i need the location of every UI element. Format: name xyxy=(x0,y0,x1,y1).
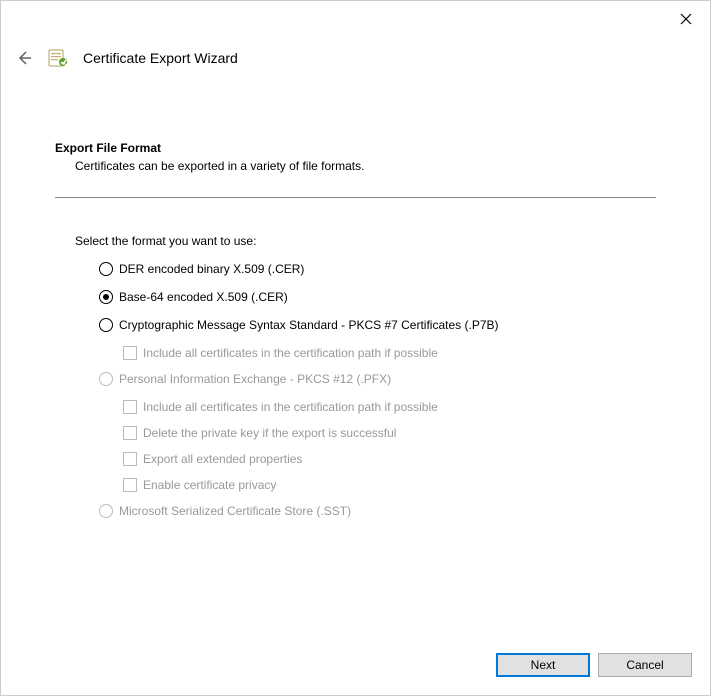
radio-icon xyxy=(99,372,113,386)
section-title: Export File Format xyxy=(55,141,656,155)
radio-pfx: Personal Information Exchange - PKCS #12… xyxy=(99,372,656,386)
back-button[interactable] xyxy=(15,49,33,67)
back-arrow-icon xyxy=(16,50,32,66)
close-button[interactable] xyxy=(676,9,696,29)
format-options: DER encoded binary X.509 (.CER) Base-64 … xyxy=(99,262,656,518)
checkbox-label: Enable certificate privacy xyxy=(143,478,276,492)
checkbox-label: Export all extended properties xyxy=(143,452,302,466)
section-description: Certificates can be exported in a variet… xyxy=(75,159,656,173)
radio-label: Microsoft Serialized Certificate Store (… xyxy=(119,504,351,518)
checkbox-icon xyxy=(123,400,137,414)
radio-label: DER encoded binary X.509 (.CER) xyxy=(119,262,304,276)
checkbox-label: Delete the private key if the export is … xyxy=(143,426,396,440)
next-button[interactable]: Next xyxy=(496,653,590,677)
radio-base64[interactable]: Base-64 encoded X.509 (.CER) xyxy=(99,290,656,304)
radio-pkcs7[interactable]: Cryptographic Message Syntax Standard - … xyxy=(99,318,656,332)
certificate-icon xyxy=(47,47,69,69)
wizard-content: Export File Format Certificates can be e… xyxy=(55,141,656,532)
close-icon xyxy=(680,13,692,25)
radio-icon xyxy=(99,290,113,304)
checkbox-pfx-include-all: Include all certificates in the certific… xyxy=(123,400,656,414)
wizard-title: Certificate Export Wizard xyxy=(83,50,238,66)
radio-label: Base-64 encoded X.509 (.CER) xyxy=(119,290,288,304)
wizard-header: Certificate Export Wizard xyxy=(15,47,238,69)
checkbox-pkcs7-include-all: Include all certificates in the certific… xyxy=(123,346,656,360)
checkbox-icon xyxy=(123,346,137,360)
checkbox-pfx-enable-privacy: Enable certificate privacy xyxy=(123,478,656,492)
radio-label: Cryptographic Message Syntax Standard - … xyxy=(119,318,499,332)
checkbox-label: Include all certificates in the certific… xyxy=(143,400,438,414)
radio-label: Personal Information Exchange - PKCS #12… xyxy=(119,372,391,386)
radio-icon xyxy=(99,262,113,276)
select-format-label: Select the format you want to use: xyxy=(75,234,656,248)
radio-sst: Microsoft Serialized Certificate Store (… xyxy=(99,504,656,518)
cancel-button[interactable]: Cancel xyxy=(598,653,692,677)
divider xyxy=(55,197,656,198)
checkbox-label: Include all certificates in the certific… xyxy=(143,346,438,360)
radio-der[interactable]: DER encoded binary X.509 (.CER) xyxy=(99,262,656,276)
checkbox-icon xyxy=(123,426,137,440)
radio-icon xyxy=(99,318,113,332)
button-bar: Next Cancel xyxy=(496,653,692,677)
radio-icon xyxy=(99,504,113,518)
checkbox-pfx-delete-key: Delete the private key if the export is … xyxy=(123,426,656,440)
checkbox-pfx-export-ext: Export all extended properties xyxy=(123,452,656,466)
checkbox-icon xyxy=(123,478,137,492)
checkbox-icon xyxy=(123,452,137,466)
